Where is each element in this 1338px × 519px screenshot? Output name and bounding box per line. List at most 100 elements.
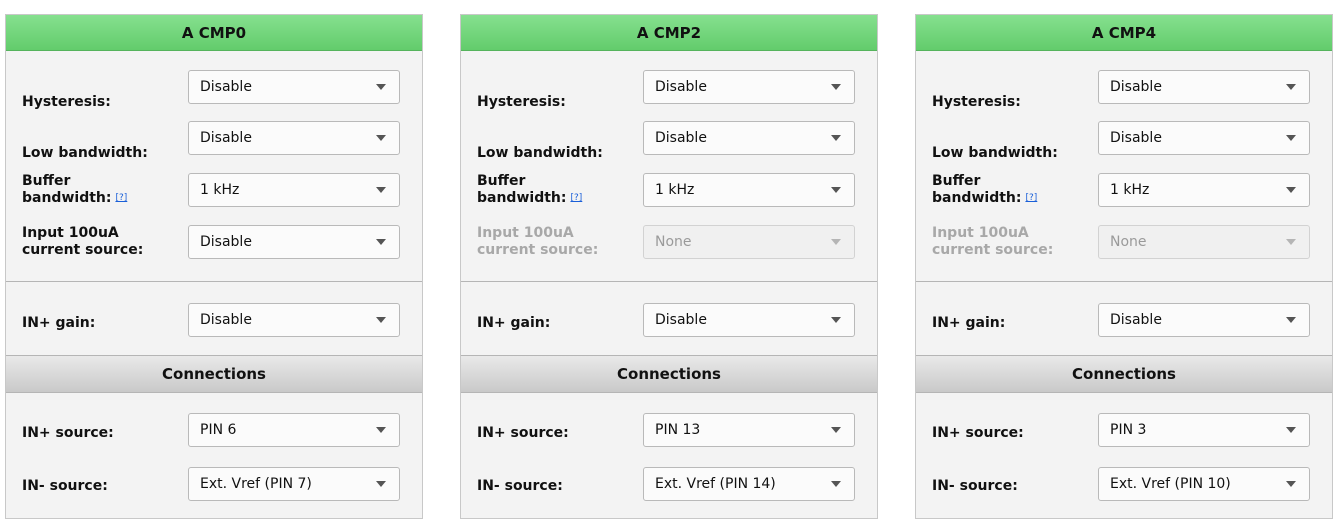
in-plus-source-label: IN+ source: [22, 425, 114, 441]
buffer-bandwidth-label-line1: Buffer [22, 173, 71, 189]
hysteresis-value: Disable [200, 79, 252, 95]
in-plus-gain-value: Disable [1110, 312, 1162, 328]
in-plus-source-value: PIN 13 [655, 422, 701, 438]
buffer-bandwidth-value: 1 kHz [1110, 182, 1150, 198]
panel-title: A CMP2 [461, 15, 877, 51]
chevron-down-icon [831, 481, 841, 487]
in-plus-gain-label: IN+ gain: [932, 315, 1006, 331]
panel-title: A CMP0 [6, 15, 422, 51]
input-current-label-line2: current source: [932, 242, 1054, 258]
hysteresis-select[interactable]: Disable [188, 70, 400, 104]
comparator-panel-cmp4: A CMP4 Hysteresis: Disable Low bandwidth… [915, 14, 1333, 519]
low-bandwidth-value: Disable [1110, 130, 1162, 146]
in-plus-source-select[interactable]: PIN 3 [1098, 413, 1310, 447]
buffer-bandwidth-label-line1: Buffer [477, 173, 526, 189]
in-plus-source-value: PIN 6 [200, 422, 237, 438]
chevron-down-icon [1286, 84, 1296, 90]
input-current-select: None [643, 225, 855, 259]
chevron-down-icon [376, 135, 386, 141]
chevron-down-icon [831, 239, 841, 245]
comparator-panel-cmp0: A CMP0 Hysteresis: Disable Low bandwidth… [5, 14, 423, 519]
input-current-select: None [1098, 225, 1310, 259]
input-current-label-line1: Input 100uA [22, 225, 119, 241]
hysteresis-label: Hysteresis: [22, 94, 111, 110]
low-bandwidth-label: Low bandwidth: [932, 145, 1058, 161]
in-minus-source-select[interactable]: Ext. Vref (PIN 10) [1098, 467, 1310, 501]
input-current-label: Input 100uA current source: [477, 225, 598, 259]
in-plus-source-value: PIN 3 [1110, 422, 1147, 438]
chevron-down-icon [831, 427, 841, 433]
help-link[interactable]: [?] [570, 193, 582, 203]
buffer-bandwidth-label-line1: Buffer [932, 173, 981, 189]
in-plus-gain-select[interactable]: Disable [1098, 303, 1310, 337]
buffer-bandwidth-label-line2: bandwidth: [22, 190, 112, 206]
in-plus-gain-label: IN+ gain: [477, 315, 551, 331]
in-minus-source-value: Ext. Vref (PIN 14) [655, 476, 776, 492]
in-plus-source-select[interactable]: PIN 6 [188, 413, 400, 447]
chevron-down-icon [831, 187, 841, 193]
chevron-down-icon [1286, 481, 1296, 487]
in-plus-source-label: IN+ source: [477, 425, 569, 441]
in-minus-source-select[interactable]: Ext. Vref (PIN 7) [188, 467, 400, 501]
hysteresis-select[interactable]: Disable [643, 70, 855, 104]
input-current-value: None [1110, 234, 1147, 250]
buffer-bandwidth-select[interactable]: 1 kHz [1098, 173, 1310, 207]
in-plus-gain-select[interactable]: Disable [643, 303, 855, 337]
chevron-down-icon [1286, 135, 1296, 141]
in-minus-source-label: IN- source: [932, 478, 1018, 494]
panel-title: A CMP4 [916, 15, 1332, 51]
input-current-label-line2: current source: [22, 242, 144, 258]
help-link[interactable]: [?] [115, 193, 127, 203]
hysteresis-label: Hysteresis: [477, 94, 566, 110]
chevron-down-icon [376, 84, 386, 90]
hysteresis-label: Hysteresis: [932, 94, 1021, 110]
buffer-bandwidth-select[interactable]: 1 kHz [188, 173, 400, 207]
in-minus-source-label: IN- source: [477, 478, 563, 494]
connections-header: Connections [461, 355, 877, 393]
chevron-down-icon [831, 84, 841, 90]
help-link[interactable]: [?] [1025, 193, 1037, 203]
buffer-bandwidth-select[interactable]: 1 kHz [643, 173, 855, 207]
section-divider [461, 281, 877, 282]
low-bandwidth-label: Low bandwidth: [22, 145, 148, 161]
in-minus-source-label: IN- source: [22, 478, 108, 494]
chevron-down-icon [1286, 187, 1296, 193]
chevron-down-icon [1286, 427, 1296, 433]
in-minus-source-value: Ext. Vref (PIN 7) [200, 476, 312, 492]
chevron-down-icon [831, 317, 841, 323]
in-plus-source-select[interactable]: PIN 13 [643, 413, 855, 447]
chevron-down-icon [376, 239, 386, 245]
chevron-down-icon [376, 481, 386, 487]
in-plus-gain-select[interactable]: Disable [188, 303, 400, 337]
chevron-down-icon [376, 317, 386, 323]
low-bandwidth-select[interactable]: Disable [1098, 121, 1310, 155]
in-minus-source-select[interactable]: Ext. Vref (PIN 14) [643, 467, 855, 501]
chevron-down-icon [376, 427, 386, 433]
hysteresis-select[interactable]: Disable [1098, 70, 1310, 104]
in-minus-source-value: Ext. Vref (PIN 10) [1110, 476, 1231, 492]
low-bandwidth-value: Disable [200, 130, 252, 146]
input-current-label-line1: Input 100uA [477, 225, 574, 241]
input-current-label-line1: Input 100uA [932, 225, 1029, 241]
in-plus-gain-value: Disable [200, 312, 252, 328]
in-plus-gain-value: Disable [655, 312, 707, 328]
input-current-value: Disable [200, 234, 252, 250]
buffer-bandwidth-label-line2: bandwidth: [932, 190, 1022, 206]
in-plus-gain-label: IN+ gain: [22, 315, 96, 331]
chevron-down-icon [1286, 239, 1296, 245]
low-bandwidth-select[interactable]: Disable [643, 121, 855, 155]
chevron-down-icon [831, 135, 841, 141]
input-current-label: Input 100uA current source: [22, 225, 143, 259]
buffer-bandwidth-label-line2: bandwidth: [477, 190, 567, 206]
hysteresis-value: Disable [655, 79, 707, 95]
comparator-panel-cmp2: A CMP2 Hysteresis: Disable Low bandwidth… [460, 14, 878, 519]
chevron-down-icon [376, 187, 386, 193]
buffer-bandwidth-label: Buffer bandwidth: [?] [22, 173, 127, 207]
connections-header: Connections [6, 355, 422, 393]
buffer-bandwidth-label: Buffer bandwidth: [?] [932, 173, 1037, 207]
low-bandwidth-select[interactable]: Disable [188, 121, 400, 155]
input-current-label: Input 100uA current source: [932, 225, 1053, 259]
low-bandwidth-value: Disable [655, 130, 707, 146]
input-current-select[interactable]: Disable [188, 225, 400, 259]
low-bandwidth-label: Low bandwidth: [477, 145, 603, 161]
